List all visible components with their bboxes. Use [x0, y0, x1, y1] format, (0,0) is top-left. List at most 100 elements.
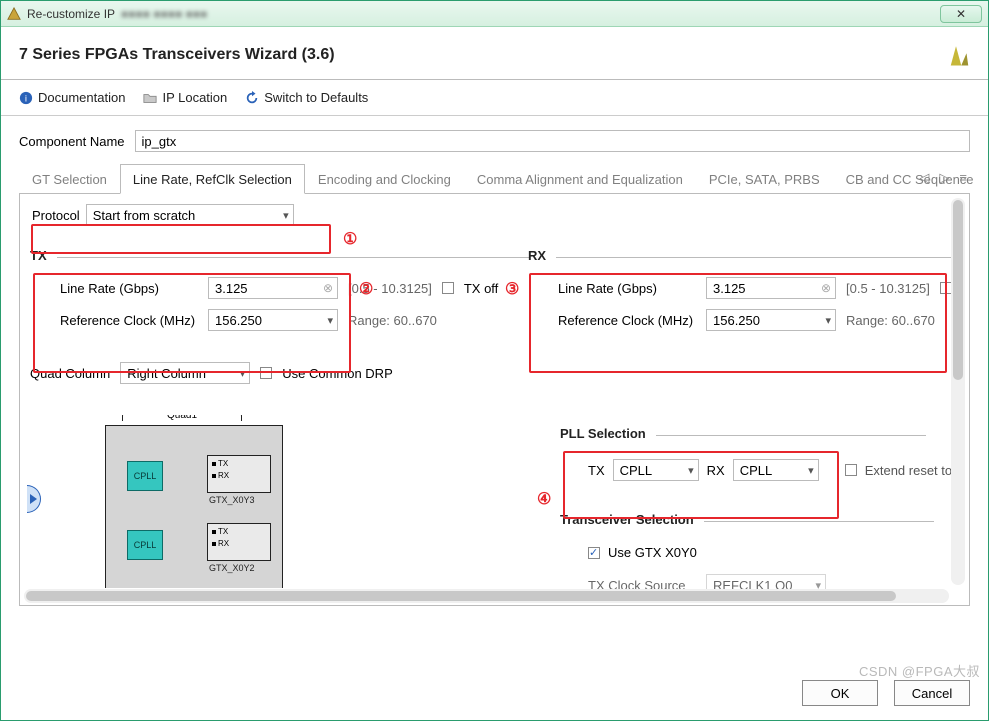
transceiver-section: Transceiver Selection Use GTX X0Y0 TX Cl…	[560, 512, 934, 596]
pll-tx-select[interactable]: CPLL ▾	[613, 459, 699, 481]
protocol-value: Start from scratch	[93, 208, 196, 223]
switch-defaults-link[interactable]: Switch to Defaults	[245, 90, 368, 105]
diagram-quad-board	[105, 425, 283, 589]
wizard-title: 7 Series FPGAs Transceivers Wizard (3.6)	[19, 46, 335, 64]
rx-line-rate-row: Line Rate (Gbps) 3.125 ⊗ [0.5 - 10.3125]	[558, 277, 958, 299]
tab-line-rate-refclk[interactable]: Line Rate, RefClk Selection	[120, 164, 305, 194]
tabs: GT Selection Line Rate, RefClk Selection…	[19, 164, 970, 194]
tab-comma-alignment[interactable]: Comma Alignment and Equalization	[464, 164, 696, 193]
clear-icon[interactable]: ⊗	[323, 281, 333, 295]
button-row: OK Cancel	[802, 680, 970, 706]
protocol-label: Protocol	[32, 208, 80, 223]
protocol-row: Protocol Start from scratch ▾	[32, 204, 957, 226]
tab-pane: Protocol Start from scratch ▾ TX Line Ra…	[19, 194, 970, 606]
pll-rx-value: CPLL	[740, 463, 773, 478]
rx-line-rate-value: 3.125	[713, 281, 746, 296]
scroll-thumb[interactable]	[26, 591, 896, 601]
tab-scroll-right[interactable]: ▷	[936, 168, 952, 188]
quad-column-label: Quad Column	[30, 366, 110, 381]
rx-title: RX	[528, 248, 546, 263]
tx-line-rate-row: Line Rate (Gbps) 3.125 ⊗ [0.5 - 10.3125]…	[60, 277, 530, 299]
scroll-thumb[interactable]	[953, 200, 963, 380]
app-icon	[7, 7, 21, 21]
rx-refclk-value: 156.250	[713, 313, 760, 328]
ip-location-link[interactable]: IP Location	[143, 90, 227, 105]
tab-gt-selection[interactable]: GT Selection	[19, 164, 120, 193]
pll-rx-select[interactable]: CPLL ▾	[733, 459, 819, 481]
tx-refclk-label: Reference Clock (MHz)	[60, 313, 198, 328]
tab-scroll-controls: ◁ ▷ ≡	[916, 168, 970, 188]
tabs-wrapper: GT Selection Line Rate, RefClk Selection…	[19, 164, 970, 194]
quad-column-select[interactable]: Right Column ▾	[120, 362, 250, 384]
chevron-down-icon: ▾	[240, 367, 246, 380]
component-name-input[interactable]	[135, 130, 971, 152]
vertical-scrollbar[interactable]	[951, 198, 965, 585]
tx-refclk-row: Reference Clock (MHz) 156.250 ▾ Range: 6…	[60, 309, 530, 331]
tx-refclk-select[interactable]: 156.250 ▾	[208, 309, 338, 331]
tx-line-rate-input[interactable]: 3.125 ⊗	[208, 277, 338, 299]
diagram-rx-label: RX	[218, 471, 229, 480]
rx-line-rate-input[interactable]: 3.125 ⊗	[706, 277, 836, 299]
annotation-marker-4: ④	[537, 489, 551, 509]
wizard-body: Component Name GT Selection Line Rate, R…	[1, 116, 988, 606]
divider	[704, 521, 934, 522]
ok-button[interactable]: OK	[802, 680, 878, 706]
chevron-down-icon: ▾	[327, 314, 333, 327]
refresh-icon	[245, 91, 259, 105]
horizontal-scrollbar[interactable]	[24, 589, 949, 603]
tx-title: TX	[30, 248, 47, 263]
tab-menu-icon[interactable]: ≡	[956, 168, 970, 188]
rx-refclk-row: Reference Clock (MHz) 156.250 ▾ Range: 6…	[558, 309, 958, 331]
diagram-tx-label: TX	[218, 527, 228, 536]
cancel-button[interactable]: Cancel	[894, 680, 970, 706]
vendor-logo-icon	[942, 41, 970, 69]
diagram-gtx-name-1: GTX_X0Y3	[209, 495, 255, 505]
pll-tx-value: CPLL	[620, 463, 653, 478]
diagram-quad-label: Quad1	[147, 414, 217, 421]
annotation-marker-2: ②	[359, 279, 373, 299]
extend-reset-checkbox[interactable]	[845, 464, 857, 476]
use-gtx-checkbox[interactable]	[588, 547, 600, 559]
tx-off-label: TX off	[464, 281, 498, 296]
rx-refclk-hint: Range: 60..670	[846, 313, 935, 328]
tab-scroll-left[interactable]: ◁	[916, 168, 932, 188]
switch-defaults-label: Switch to Defaults	[264, 90, 368, 105]
tx-off-checkbox[interactable]	[442, 282, 454, 294]
tx-refclk-hint: Range: 60..670	[348, 313, 437, 328]
documentation-link[interactable]: i Documentation	[19, 90, 125, 105]
pll-tx-label: TX	[588, 463, 605, 478]
tx-line-rate-value: 3.125	[215, 281, 248, 296]
annotation-marker-3: ③	[505, 279, 519, 299]
quad-column-value: Right Column	[127, 366, 206, 381]
rx-section: RX Line Rate (Gbps) 3.125 ⊗ [0.5 - 10.31…	[528, 248, 958, 331]
use-common-drp-label: Use Common DRP	[282, 366, 393, 381]
annotation-marker-1: ①	[343, 229, 357, 249]
use-common-drp-checkbox[interactable]	[260, 367, 272, 379]
rx-line-rate-label: Line Rate (Gbps)	[558, 281, 696, 296]
use-gtx-label: Use GTX X0Y0	[608, 545, 697, 560]
close-button[interactable]: ✕	[940, 5, 982, 23]
component-name-label: Component Name	[19, 134, 125, 149]
chevron-down-icon: ▾	[688, 464, 694, 477]
tab-pcie-sata-prbs[interactable]: PCIe, SATA, PRBS	[696, 164, 833, 193]
transceiver-title: Transceiver Selection	[560, 512, 694, 527]
chevron-down-icon: ▾	[283, 209, 289, 222]
diagram-gtx-name-2: GTX_X0Y2	[209, 563, 255, 573]
protocol-select[interactable]: Start from scratch ▾	[86, 204, 294, 226]
extend-reset-label: Extend reset to	[865, 463, 952, 478]
titlebar: Re-customize IP ■■■■ ■■■■ ■■■ ✕	[1, 1, 988, 27]
svg-text:i: i	[25, 93, 27, 104]
folder-icon	[143, 91, 157, 105]
window-root: Re-customize IP ■■■■ ■■■■ ■■■ ✕ 7 Series…	[0, 0, 989, 721]
tx-section: TX Line Rate (Gbps) 3.125 ⊗ [0.5 - 10.31…	[30, 248, 530, 331]
pll-rx-label: RX	[707, 463, 725, 478]
tab-encoding-clocking[interactable]: Encoding and Clocking	[305, 164, 464, 193]
blurred-context: ■■■■ ■■■■ ■■■	[121, 7, 207, 21]
rx-refclk-select[interactable]: 156.250 ▾	[706, 309, 836, 331]
rx-line-rate-hint: [0.5 - 10.3125]	[846, 281, 930, 296]
clear-icon[interactable]: ⊗	[821, 281, 831, 295]
divider	[556, 257, 958, 258]
diagram-gtx-block-1: TX RX	[207, 455, 271, 493]
info-icon: i	[19, 91, 33, 105]
diagram-rx-label: RX	[218, 539, 229, 548]
